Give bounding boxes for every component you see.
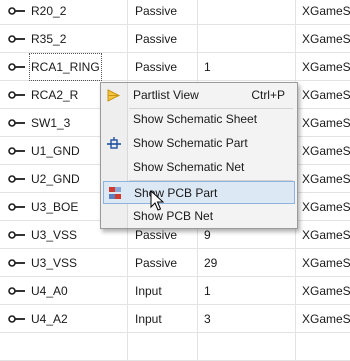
menu-item-show-pcb-net[interactable]: Show PCB Net xyxy=(103,205,295,228)
pin-name-cell: U4_A2 xyxy=(0,305,128,333)
pin-number-cell: 1 xyxy=(198,277,296,305)
pin-name: U3_BOE xyxy=(31,200,79,214)
pin-type-cell: Input xyxy=(128,305,198,333)
pin-icon xyxy=(8,7,25,15)
menu-item-label: Show Schematic Sheet xyxy=(133,112,258,126)
menu-item-show-schematic-sheet[interactable]: Show Schematic Sheet xyxy=(103,108,295,131)
pin-icon xyxy=(8,287,25,295)
table-row[interactable]: R20_2 Passive XGameSta xyxy=(0,0,350,25)
menu-item-label: Show Schematic Net xyxy=(133,160,245,174)
device-cell: XGameSta xyxy=(302,256,350,270)
pin-number-cell: 3 xyxy=(198,305,296,333)
pin-number-cell xyxy=(198,0,296,25)
device-cell: XGameSta xyxy=(302,116,350,130)
pin-icon xyxy=(8,259,25,267)
pin-type-cell: Passive xyxy=(128,0,198,25)
pin-number-cell: 1 xyxy=(198,53,296,81)
pin-name: U3_VSS xyxy=(31,228,78,242)
table-row[interactable]: U3_VSS Passive29 XGameSta xyxy=(0,249,350,277)
device-cell: XGameSta xyxy=(302,60,350,74)
device-cell: XGameSta xyxy=(302,32,350,46)
pin-icon xyxy=(8,91,25,99)
pin-icon xyxy=(8,35,25,43)
menu-item-label: Show PCB Net xyxy=(133,209,214,223)
table-row[interactable]: U4_A2 Input3 XGameSta xyxy=(0,305,350,333)
pin-icon xyxy=(8,147,25,155)
device-cell: XGameSta xyxy=(302,172,350,186)
pin-name: RCA2_R xyxy=(31,88,79,102)
table-row[interactable]: RCA1_RING Passive1 XGameSta xyxy=(0,53,350,81)
menu-item-show-pcb-part[interactable]: Show PCB Part xyxy=(103,181,295,204)
menu-item-label: Show Schematic Part xyxy=(133,136,248,150)
pin-type-cell xyxy=(128,333,198,361)
pin-name: SW1_3 xyxy=(31,116,71,130)
menu-item-show-schematic-net[interactable]: Show Schematic Net xyxy=(103,156,295,179)
pin-name-cell: U3_VSS xyxy=(0,249,128,277)
pin-name: R35_2 xyxy=(31,32,67,46)
pin-icon xyxy=(8,315,25,323)
pin-icon xyxy=(8,203,25,211)
table-row[interactable]: U4_A0 Input1 XGameSta xyxy=(0,277,350,305)
device-cell: XGameSta xyxy=(302,228,350,242)
device-cell: XGameSta xyxy=(302,284,350,298)
pin-name-cell: RCA1_RING xyxy=(0,53,128,81)
device-cell xyxy=(296,333,350,361)
device-cell: XGameSta xyxy=(302,144,350,158)
menu-item-show-schematic-part[interactable]: Show Schematic Part xyxy=(103,132,295,155)
pin-name-cell: R35_2 xyxy=(0,25,128,53)
pin-type-cell: Passive xyxy=(128,53,198,81)
pin-type-cell: Passive xyxy=(128,249,198,277)
table-row[interactable] xyxy=(0,333,350,361)
pin-icon xyxy=(8,63,25,71)
pin-name: R20_2 xyxy=(31,4,67,18)
pin-name: U1_GND xyxy=(31,144,80,158)
pin-name-cell: U4_A0 xyxy=(0,277,128,305)
schematic-part-icon xyxy=(107,137,121,149)
pin-number-cell xyxy=(198,333,296,361)
device-cell: XGameSta xyxy=(302,4,350,18)
context-menu: Partlist View Ctrl+P Show Schematic Shee… xyxy=(100,82,298,229)
pin-name-cell xyxy=(0,333,128,361)
device-cell: XGameSta xyxy=(302,200,350,214)
menu-item-partlist-view[interactable]: Partlist View Ctrl+P xyxy=(103,84,295,107)
pin-icon xyxy=(8,119,25,127)
pin-name: RCA1_RING xyxy=(29,53,102,81)
device-cell: XGameSta xyxy=(302,312,350,326)
pin-icon xyxy=(8,175,25,183)
partlist-view-icon xyxy=(107,89,121,102)
pin-name: U2_GND xyxy=(31,172,80,186)
mouse-pointer-icon xyxy=(150,190,164,211)
pin-type-cell: Passive xyxy=(128,25,198,53)
pin-name: U3_VSS xyxy=(31,256,78,270)
menu-item-label: Partlist View xyxy=(133,88,199,102)
pin-type-cell: Input xyxy=(128,277,198,305)
pin-number-cell: 29 xyxy=(198,249,296,277)
pin-name-cell: R20_2 xyxy=(0,0,128,25)
pin-name: U4_A2 xyxy=(31,312,68,326)
pin-icon xyxy=(8,231,25,239)
table-row[interactable]: R35_2 Passive XGameSta xyxy=(0,25,350,53)
pin-name: U4_A0 xyxy=(31,284,68,298)
pin-number-cell xyxy=(198,25,296,53)
device-cell: XGameSta xyxy=(302,88,350,102)
menu-item-label: Show PCB Part xyxy=(134,186,218,200)
menu-item-shortcut: Ctrl+P xyxy=(251,88,285,102)
pcb-part-icon xyxy=(109,187,121,199)
